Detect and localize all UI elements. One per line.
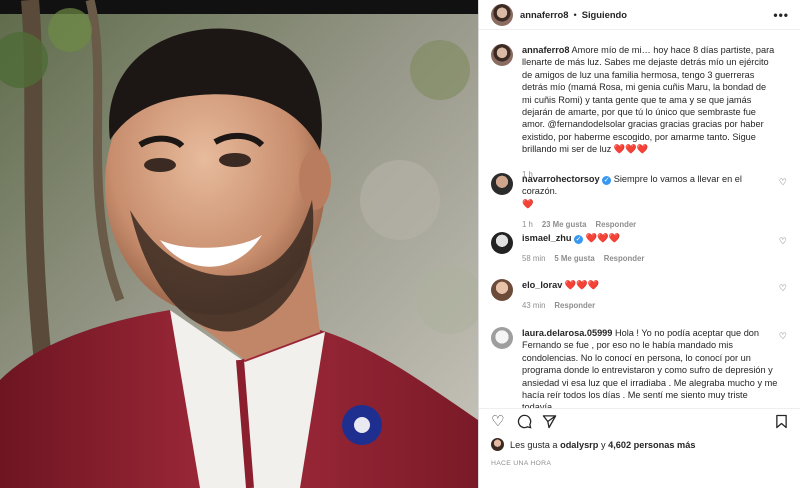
comment-item: elo_lorav ❤️❤️❤️ 43 min Responder ♡ xyxy=(491,279,791,313)
commenter-username[interactable]: laura.delarosa.05999 xyxy=(522,328,612,338)
instagram-post-viewer: annaferro8 • Siguiendo ••• annaferro8 Am… xyxy=(0,0,800,488)
post-header: annaferro8 • Siguiendo ••• xyxy=(479,0,800,30)
likes-summary[interactable]: Les gusta a odalysrp y 4,602 personas má… xyxy=(491,438,695,451)
header-separator: • xyxy=(573,9,577,20)
comment-time[interactable]: 58 min xyxy=(522,253,545,265)
following-button[interactable]: Siguiendo xyxy=(582,9,627,20)
likes-conjunction: y xyxy=(600,439,606,450)
post-photo-illustration xyxy=(0,0,478,488)
caption: annaferro8 Amore mío de mi… hoy hace 8 d… xyxy=(491,44,791,181)
commenter-avatar[interactable] xyxy=(491,173,513,195)
comment-time[interactable]: 43 min xyxy=(522,300,545,312)
commenter-avatar[interactable] xyxy=(491,327,513,349)
commenter-username[interactable]: elo_lorav xyxy=(522,280,562,290)
share-icon[interactable] xyxy=(542,414,557,432)
reply-button[interactable]: Responder xyxy=(595,219,636,231)
comment-text: Hola ! Yo no podía aceptar que don Ferna… xyxy=(522,328,778,408)
comment-like-heart-icon[interactable]: ♡ xyxy=(779,331,787,342)
caption-author-avatar[interactable] xyxy=(491,44,513,66)
reply-button[interactable]: Responder xyxy=(604,253,645,265)
liker-avatar[interactable] xyxy=(491,438,504,451)
post-side-panel: annaferro8 • Siguiendo ••• annaferro8 Am… xyxy=(478,0,800,488)
commenter-avatar[interactable] xyxy=(491,279,513,301)
liker-username[interactable]: odalysrp xyxy=(560,440,598,450)
comment-emoji: ❤️ xyxy=(522,198,534,209)
bookmark-icon[interactable] xyxy=(775,414,788,432)
comment-time[interactable]: 1 h xyxy=(522,219,533,231)
caption-text: Amore mío de mi… hoy hace 8 días partist… xyxy=(522,45,775,155)
comment-item: laura.delarosa.05999 Hola ! Yo no podía … xyxy=(491,327,791,408)
comment-item: ismael_zhu ✓ ❤️❤️❤️ 58 min 5 Me gusta Re… xyxy=(491,232,791,266)
comment-likes[interactable]: 5 Me gusta xyxy=(554,253,594,265)
comment-emoji: ❤️❤️❤️ xyxy=(564,280,600,290)
verified-badge-icon: ✓ xyxy=(574,235,584,244)
author-username[interactable]: annaferro8 xyxy=(520,9,568,20)
caption-author-username[interactable]: annaferro8 xyxy=(522,45,570,55)
likes-count[interactable]: 4,602 personas más xyxy=(608,440,695,450)
commenter-username[interactable]: navarrohectorsoy xyxy=(522,174,600,184)
comment-like-heart-icon[interactable]: ♡ xyxy=(779,177,787,188)
comment-like-heart-icon[interactable]: ♡ xyxy=(779,236,787,247)
comment-like-heart-icon[interactable]: ♡ xyxy=(779,283,787,294)
commenter-username[interactable]: ismael_zhu xyxy=(522,233,572,243)
comment-icon[interactable] xyxy=(517,414,532,432)
commenter-avatar[interactable] xyxy=(491,232,513,254)
post-image[interactable] xyxy=(0,0,478,488)
heart-icon[interactable]: ♡ xyxy=(491,414,504,429)
more-options-icon[interactable]: ••• xyxy=(773,8,789,22)
post-timestamp[interactable]: HACE UNA HORA xyxy=(491,460,551,467)
likes-prefix: Les gusta a xyxy=(510,439,558,450)
comments-list[interactable]: annaferro8 Amore mío de mi… hoy hace 8 d… xyxy=(479,30,800,408)
comment-likes[interactable]: 23 Me gusta xyxy=(542,219,587,231)
verified-badge-icon: ✓ xyxy=(602,176,612,185)
comment-item: navarrohectorsoy ✓ Siempre lo vamos a ll… xyxy=(491,173,791,232)
author-avatar[interactable] xyxy=(491,3,513,26)
comment-emoji: ❤️❤️❤️ xyxy=(585,233,620,243)
reply-button[interactable]: Responder xyxy=(554,300,595,312)
